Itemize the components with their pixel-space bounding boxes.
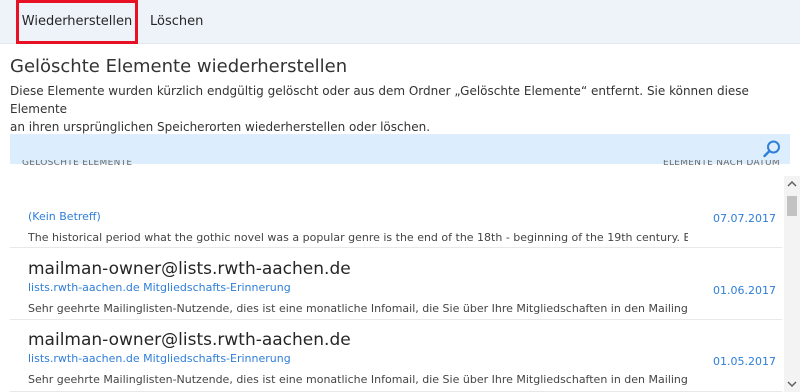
item-date: 01.06.2017 [713, 284, 776, 297]
item-preview: The historical period what the gothic no… [28, 231, 688, 244]
description-line-2: an ihren ursprünglichen Speicherorten wi… [10, 120, 431, 134]
page-title: Gelöschte Elemente wiederherstellen [10, 56, 348, 77]
item-date: 01.05.2017 [713, 355, 776, 368]
item-subject: lists.rwth-aachen.de Mitgliedschafts-Eri… [28, 281, 291, 294]
page-description: Diese Elemente wurden kürzlich endgültig… [10, 82, 790, 136]
deleted-items-list: (Kein Betreff) The historical period wha… [10, 176, 782, 392]
item-sender: mailman-owner@lists.rwth-aachen.de [28, 330, 351, 350]
item-preview: Sehr geehrte Mailinglisten-Nutzende, die… [28, 302, 688, 315]
item-preview: Sehr geehrte Mailinglisten-Nutzende, die… [28, 373, 688, 386]
description-line-1: Diese Elemente wurden kürzlich endgültig… [10, 84, 749, 116]
search-icon[interactable] [762, 139, 782, 159]
item-sender: mailman-owner@lists.rwth-aachen.de [28, 259, 351, 279]
restore-button[interactable]: Wiederherstellen [16, 0, 138, 44]
list-scrollbar[interactable] [784, 176, 800, 392]
toolbar: Wiederherstellen Löschen [0, 0, 800, 44]
item-date: 07.07.2017 [713, 212, 776, 225]
item-subject: (Kein Betreff) [28, 210, 101, 223]
scroll-down-arrow-icon[interactable] [784, 376, 800, 392]
page-header: Gelöschte Elemente wiederherstellen Dies… [10, 56, 790, 136]
column-header-sort-by-date[interactable]: ELEMENTE NACH DATUM [663, 160, 780, 168]
delete-button[interactable]: Löschen [150, 0, 203, 44]
column-header-deleted-items[interactable]: GELÖSCHTE ELEMENTE [22, 160, 132, 168]
scrollbar-thumb[interactable] [787, 196, 797, 216]
item-subject: lists.rwth-aachen.de Mitgliedschafts-Eri… [28, 352, 291, 365]
scroll-up-arrow-icon[interactable] [784, 176, 800, 192]
